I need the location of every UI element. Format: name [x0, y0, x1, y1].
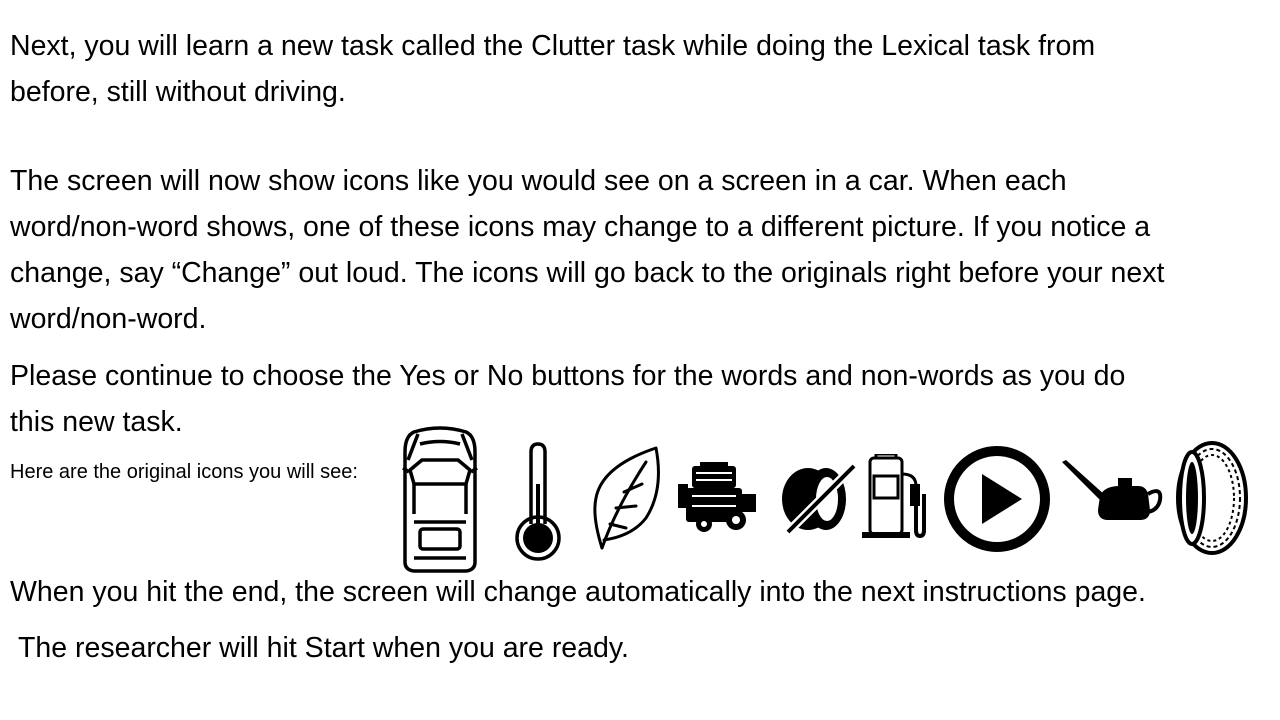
- researcher-line: The researcher will hit Start when you a…: [18, 632, 629, 664]
- intro-line-2: before, still without driving.: [10, 76, 346, 108]
- clutter-line-3: change, say “Change” out loud. The icons…: [10, 257, 1165, 289]
- no-tape-icon: [782, 462, 858, 536]
- fuel-pump-icon: [862, 454, 926, 539]
- car-top-view-icon: [402, 426, 478, 573]
- play-circle-icon: [944, 446, 1050, 552]
- clutter-line-2: word/non-word shows, one of these icons …: [10, 211, 1151, 243]
- tire-icon: [1176, 441, 1248, 555]
- leaf-icon: [593, 446, 660, 550]
- icons-caption: Here are the original icons you will see…: [10, 461, 358, 483]
- continue-line-2: this new task.: [10, 406, 183, 438]
- thermometer-icon: [515, 442, 561, 561]
- intro-line-1: Next, you will learn a new task called t…: [10, 30, 1096, 62]
- engine-icon: [678, 462, 756, 532]
- clutter-line-1: The screen will now show icons like you …: [10, 165, 1067, 197]
- clutter-line-4: word/non-word.: [10, 303, 207, 335]
- continue-line-1: Please continue to choose the Yes or No …: [10, 360, 1126, 392]
- end-line: When you hit the end, the screen will ch…: [10, 576, 1146, 608]
- oil-can-icon: [1062, 460, 1163, 520]
